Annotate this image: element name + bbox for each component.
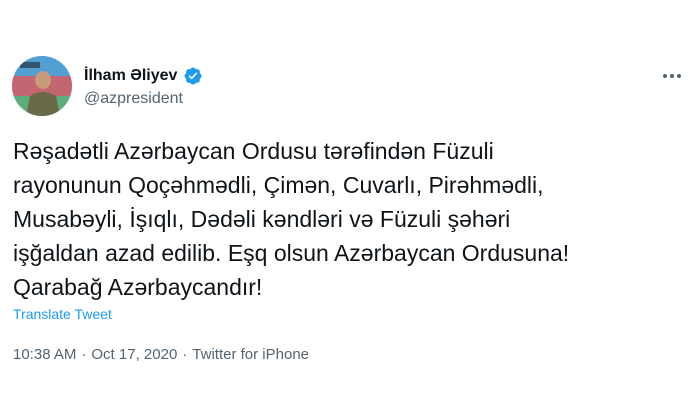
tweet-text-line: Musabəyli, İşıqlı, Dədəli kəndləri və Fü… — [13, 206, 511, 232]
tweet-text-line: Qarabağ Azərbaycandır! — [13, 274, 263, 300]
tweet-metadata: 10:38 AM · Oct 17, 2020 · Twitter for iPhone — [13, 345, 309, 365]
tweet-text-line: Rəşadətli Azərbaycan Ordusu tərəfindən F… — [13, 138, 494, 164]
author-display-name[interactable]: İlham Əliyev — [84, 66, 177, 86]
separator-dot: · — [182, 346, 188, 363]
profile-avatar[interactable] — [12, 56, 72, 116]
tweet-text-line: rayonunun Qoçəhmədli, Çimən, Cuvarlı, Pi… — [13, 172, 544, 198]
tweet-card: İlham Əliyev @azpresident Rəşadətli Azər… — [0, 0, 700, 420]
avatar-image — [12, 56, 72, 116]
author-name-row: İlham Əliyev — [84, 66, 203, 86]
tweet-time[interactable]: 10:38 AM — [13, 346, 76, 363]
verified-badge-icon — [183, 66, 203, 86]
more-options-icon[interactable] — [656, 64, 688, 88]
tweet-date[interactable]: Oct 17, 2020 — [91, 346, 177, 363]
tweet-text: Rəşadətli Azərbaycan Ordusu tərəfindən F… — [13, 134, 688, 304]
tweet-text-line: işğaldan azad edilib. Eşq olsun Azərbayc… — [13, 240, 570, 266]
tweet-source[interactable]: Twitter for iPhone — [192, 346, 309, 363]
translate-tweet-link[interactable]: Translate Tweet — [13, 305, 112, 323]
separator-dot: · — [81, 346, 87, 363]
author-handle[interactable]: @azpresident — [84, 89, 183, 109]
